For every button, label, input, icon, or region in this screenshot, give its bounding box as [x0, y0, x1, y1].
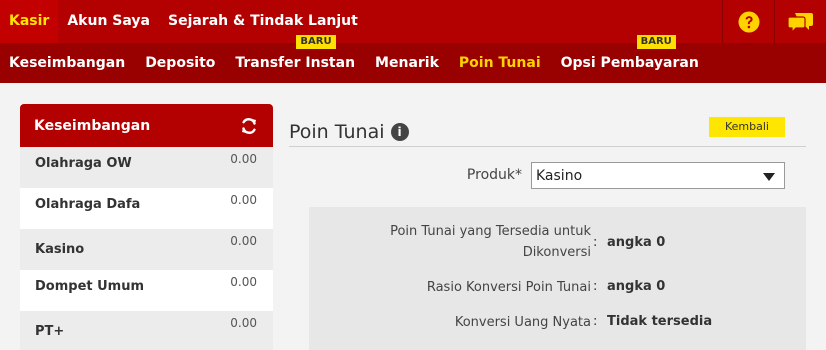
balance-row-amount: 0.00 [230, 316, 257, 330]
conversion-info-box: Poin Tunai yang Tersedia untuk Dikonvers… [309, 207, 806, 350]
tab-sejarah[interactable]: Sejarah & Tindak Lanjut [159, 0, 367, 43]
balance-panel: Keseimbangan Olahraga OW 0.00 Olahraga D… [20, 104, 273, 350]
sub-header: Keseimbangan Deposito BARU Transfer Inst… [0, 35, 826, 83]
balance-row-name: Kasino [35, 242, 85, 257]
subnav-keseimbangan[interactable]: Keseimbangan [0, 43, 135, 83]
chat-icon [787, 12, 813, 33]
page-title: Poin Tunai i [289, 121, 409, 143]
page-title-text: Poin Tunai [289, 121, 385, 143]
subnav-label: Keseimbangan [9, 55, 126, 71]
sub-nav: Keseimbangan Deposito BARU Transfer Inst… [0, 35, 709, 83]
subnav-menarik[interactable]: Menarik [365, 43, 449, 83]
info-value: angka 0 [607, 235, 666, 250]
balance-row-amount: 0.00 [230, 193, 257, 207]
product-select[interactable]: Kasino [531, 162, 785, 189]
balance-header: Keseimbangan [20, 104, 273, 147]
balance-row: Olahraga OW 0.00 [20, 147, 273, 188]
subnav-label: Poin Tunai [458, 55, 541, 71]
balance-title: Keseimbangan [34, 117, 151, 134]
info-label: Rasio Konversi Poin Tunai [426, 280, 591, 295]
balance-row: Kasino 0.00 [20, 229, 273, 270]
subnav-poin-tunai[interactable]: Poin Tunai [449, 43, 551, 83]
product-label: Produk* [466, 167, 522, 183]
subnav-label: Transfer Instan [235, 55, 356, 71]
tab-kasir[interactable]: Kasir [0, 0, 59, 43]
balance-row-name: PT+ [35, 324, 65, 339]
info-value: Tidak tersedia [607, 314, 713, 329]
refresh-icon [242, 117, 256, 134]
colon: : [593, 235, 598, 250]
new-badge: BARU [636, 35, 676, 49]
top-header: Kasir Akun Saya Sejarah & Tindak Lanjut [0, 0, 826, 43]
balance-row: Olahraga Dafa 0.00 [20, 188, 273, 229]
refresh-button[interactable] [239, 116, 259, 136]
info-label: Poin Tunai yang Tersedia untuk Dikonvers… [390, 224, 591, 260]
help-button[interactable] [722, 0, 774, 43]
title-divider [289, 146, 806, 147]
top-icons [722, 0, 826, 43]
colon: : [593, 279, 598, 294]
subnav-label: Menarik [375, 55, 439, 71]
info-value: angka 0 [607, 279, 666, 294]
tab-akun-saya[interactable]: Akun Saya [58, 0, 159, 43]
product-select-value: Kasino [536, 168, 583, 184]
subnav-deposito[interactable]: Deposito [135, 43, 225, 83]
subnav-label: Opsi Pembayaran [560, 55, 699, 71]
subnav-opsi-pembayaran[interactable]: BARU Opsi Pembayaran [551, 35, 709, 83]
balance-row-name: Dompet Umum [35, 279, 145, 294]
balance-row-amount: 0.00 [230, 234, 257, 248]
balance-row-name: Olahraga OW [35, 156, 132, 171]
chat-button[interactable] [774, 0, 826, 43]
balance-row-name: Olahraga Dafa [35, 197, 141, 212]
balance-row-amount: 0.00 [230, 275, 257, 289]
help-icon [738, 11, 759, 32]
info-label: Konversi Uang Nyata [454, 315, 591, 330]
balance-row-amount: 0.00 [230, 152, 257, 166]
colon: : [593, 314, 598, 329]
new-badge: BARU [296, 35, 336, 49]
back-button[interactable]: Kembali [709, 117, 785, 137]
subnav-transfer-instan[interactable]: BARU Transfer Instan [225, 35, 365, 83]
info-icon[interactable]: i [390, 123, 409, 141]
dropdown-arrow-icon [763, 173, 775, 181]
balance-row: PT+ 0.00 [20, 311, 273, 350]
balance-row: Dompet Umum 0.00 [20, 270, 273, 311]
subnav-label: Deposito [145, 55, 216, 71]
